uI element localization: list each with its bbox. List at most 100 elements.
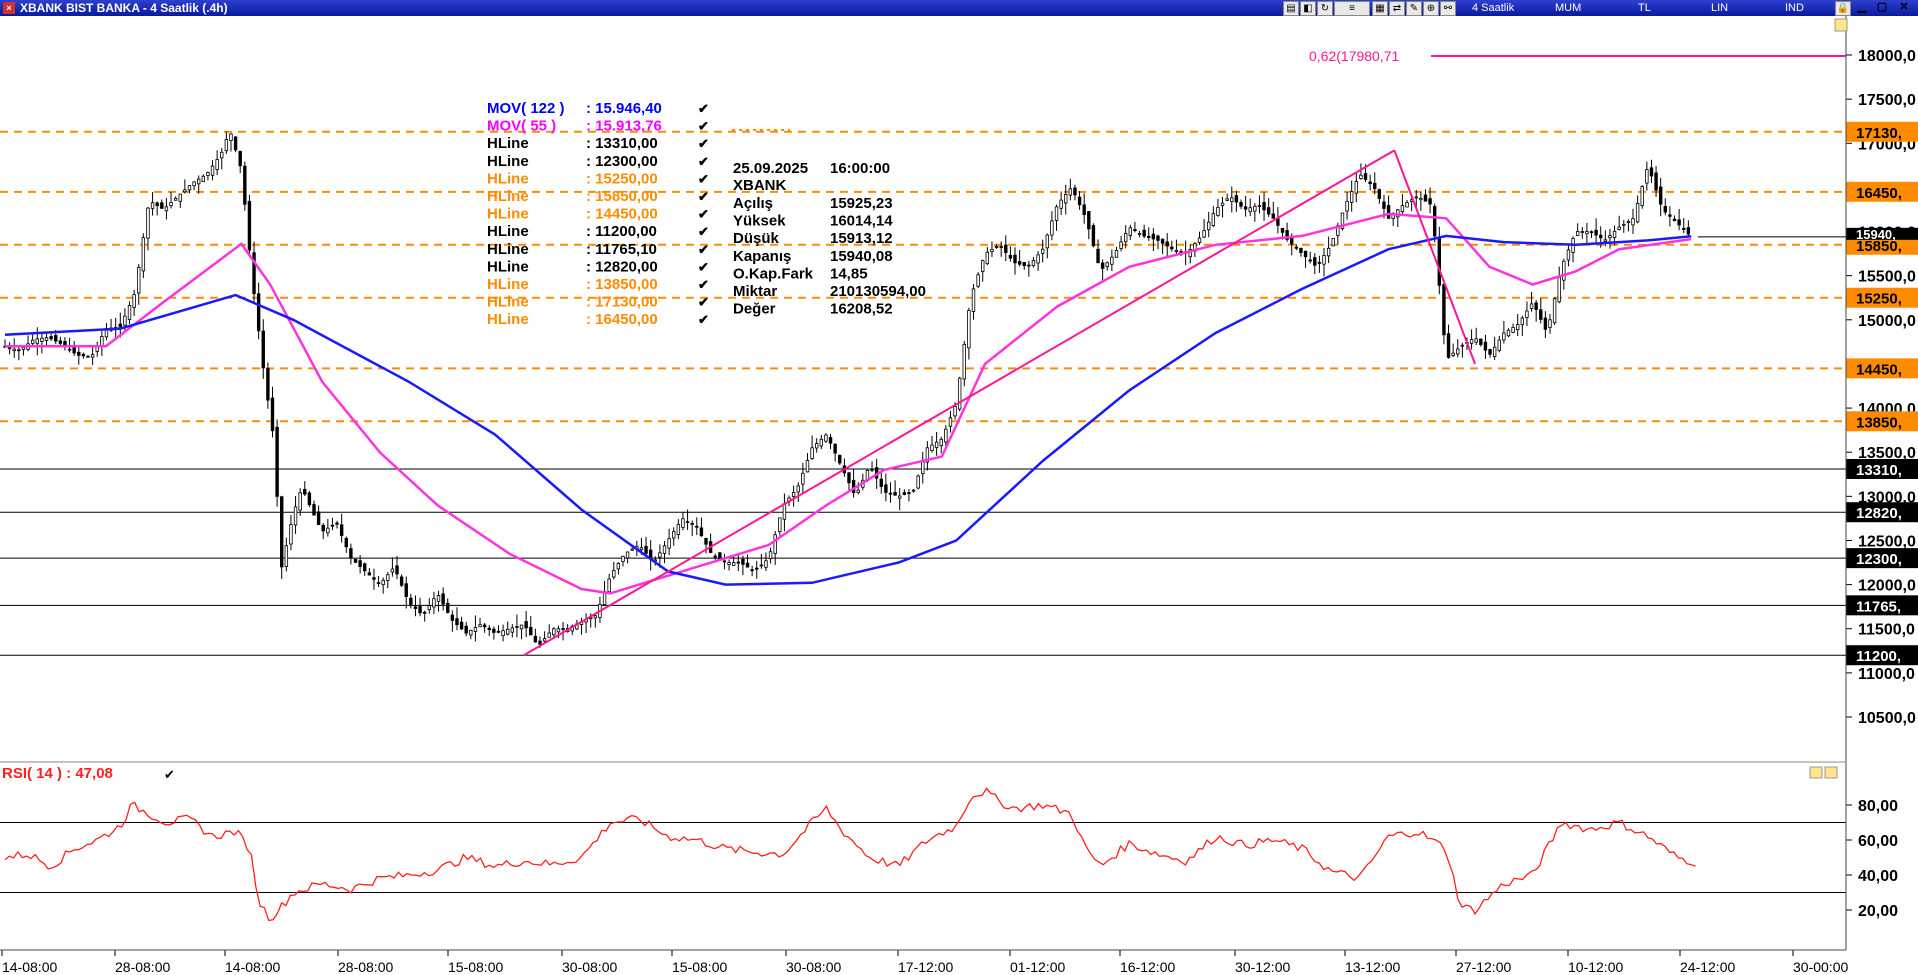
price-panel-button[interactable] [1834, 18, 1848, 32]
candle [1631, 208, 1635, 234]
candle-body [1668, 214, 1672, 217]
candle [436, 590, 441, 612]
candle-body [1096, 248, 1100, 264]
candle [261, 319, 265, 379]
legend-value: : 13310,00 [586, 135, 658, 152]
candle-body [547, 632, 551, 638]
candle [1004, 235, 1008, 262]
legend-check-icon[interactable]: ✔ [698, 259, 709, 274]
candle [1354, 171, 1358, 203]
legend-check-icon[interactable]: ✔ [698, 101, 709, 116]
candle [1313, 253, 1317, 275]
candle [284, 537, 289, 572]
info-value: 14,85 [830, 265, 868, 282]
candle-body [289, 524, 293, 545]
candle-body [358, 560, 362, 567]
candle-body [1303, 250, 1308, 258]
fib-label: 0,62(17980,71 [1309, 48, 1400, 64]
rsi-panel-button-2[interactable] [1824, 766, 1838, 779]
trend-lines[interactable] [523, 149, 1476, 657]
legend-label: HLine [487, 223, 529, 240]
candle [233, 136, 238, 153]
trend-line-2[interactable] [1393, 149, 1476, 365]
candle [330, 517, 335, 531]
info-time: 16:00:00 [830, 160, 890, 177]
legend-check-icon[interactable]: ✔ [698, 119, 709, 134]
candle [699, 517, 704, 537]
candle [1663, 198, 1667, 216]
candle-body [893, 492, 897, 496]
candle [911, 488, 916, 493]
candle [303, 481, 307, 497]
candle-body [1631, 218, 1635, 226]
legend-check-icon[interactable]: ✔ [698, 136, 709, 151]
candle-body [1234, 195, 1239, 203]
candle [1617, 215, 1621, 231]
legend-check-icon[interactable]: ✔ [698, 154, 709, 169]
candle-body [524, 621, 528, 629]
candle [280, 495, 284, 579]
candle [1239, 199, 1243, 210]
x-tick-label: 14-08:00 [2, 959, 57, 975]
candle [293, 496, 298, 534]
candle-body [1442, 284, 1446, 336]
candle [948, 410, 953, 433]
candle-body [206, 172, 210, 176]
candle-body [957, 377, 962, 410]
candle-body [482, 624, 487, 628]
legend-label: HLine [487, 258, 529, 275]
candle-body [1520, 317, 1525, 325]
candle-body [621, 555, 625, 563]
candle-body [1036, 254, 1040, 264]
legend-label: MOV( 55 ) [487, 118, 556, 135]
legend-check-icon[interactable]: ✔ [698, 312, 709, 327]
candle-body [1419, 197, 1423, 201]
candle-body [469, 629, 473, 636]
rsi-tick-label: 20,00 [1858, 903, 1898, 920]
legend-check-icon[interactable]: ✔ [698, 224, 709, 239]
candle-body [12, 348, 16, 352]
candle-body [459, 621, 464, 630]
info-value: 15925,23 [830, 195, 893, 212]
candle [192, 181, 196, 191]
candle [1077, 191, 1082, 210]
legend-check-icon[interactable]: ✔ [698, 207, 709, 222]
candle-body [824, 434, 828, 442]
rsi-panel-button-1[interactable] [1809, 766, 1823, 779]
legend-value: : 11765,10 [586, 241, 657, 258]
candle-body [173, 197, 178, 201]
candle-body [233, 136, 238, 151]
candle-body [934, 441, 939, 448]
legend-check-icon[interactable]: ✔ [698, 242, 709, 257]
candle [1188, 244, 1192, 264]
candle-body [1483, 341, 1488, 351]
candle-body [243, 165, 247, 205]
candle [464, 621, 468, 637]
candle-body [833, 443, 837, 454]
candle-body [1022, 261, 1026, 267]
candle-body [1017, 261, 1022, 265]
legend-label: HLine [487, 241, 529, 258]
legend-check-icon[interactable]: ✔ [698, 171, 709, 186]
legend-check-icon[interactable]: ✔ [698, 189, 709, 204]
candle-body [902, 492, 907, 495]
price-chart[interactable]: 18000,017500,017000,016500,016000,015500… [0, 0, 1918, 975]
candle [1479, 338, 1483, 347]
candle [339, 513, 344, 543]
candle [1340, 212, 1345, 231]
candle-body [215, 159, 219, 170]
candle-body [1552, 298, 1557, 324]
rsi-check-icon[interactable]: ✔ [164, 767, 175, 782]
candle-body [1516, 324, 1520, 331]
candle-body [1326, 247, 1331, 257]
candle-body [1202, 230, 1206, 238]
candle-body [386, 574, 390, 581]
legend-check-icon[interactable]: ✔ [698, 295, 709, 310]
current-price-label: 15940, [1856, 227, 1896, 242]
candle [930, 435, 934, 453]
info-key: Açılış [733, 195, 773, 212]
legend-check-icon[interactable]: ✔ [698, 277, 709, 292]
candle-body [496, 630, 501, 633]
candle [519, 624, 524, 640]
candle-body [1506, 329, 1511, 337]
